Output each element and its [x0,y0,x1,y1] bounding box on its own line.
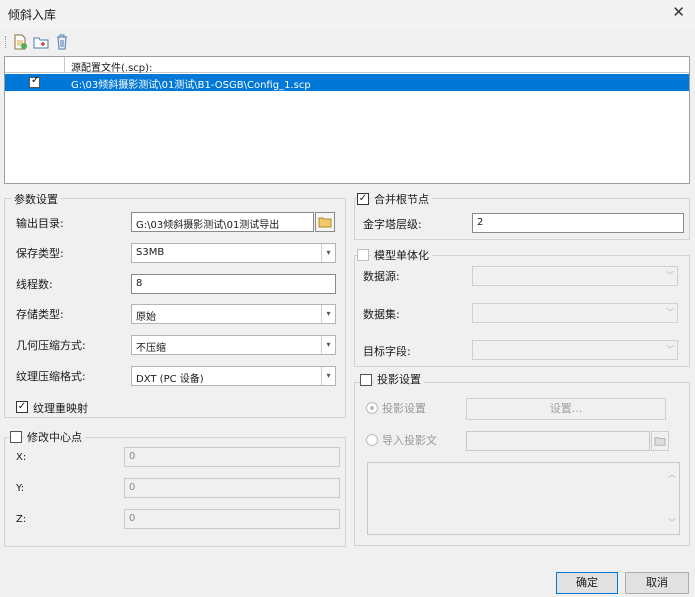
dataset-select[interactable]: ﹀ [472,303,678,323]
browse-projection-button[interactable] [651,431,669,451]
table-header-check-column [5,57,65,73]
params-legend: 参数设置 [11,191,61,207]
datasource-label: 数据源: [363,270,400,283]
z-input[interactable]: 0 [124,509,340,529]
x-label: X: [16,452,27,463]
output-dir-label: 输出目录: [16,217,64,230]
ok-button[interactable]: 确定 [556,572,618,594]
projection-settings-radio[interactable] [366,402,378,414]
target-field-label: 目标字段: [363,345,411,358]
output-dir-input[interactable]: G:\03倾斜摄影测试\01测试导出 [131,212,314,232]
import-projection-label: 导入投影文 [382,434,437,447]
y-label: Y: [16,483,25,494]
chevron-down-icon: ▾ [321,305,335,323]
chevron-down-icon: ▾ [321,367,335,385]
geom-compress-select[interactable]: 不压缩 ▾ [131,335,336,355]
import-projection-input[interactable] [466,431,650,451]
tex-remap-checkbox[interactable]: ✓ [16,401,28,413]
projection-info-textarea[interactable]: ︿ ﹀ [367,462,680,535]
tex-remap-label: 纹理重映射 [33,402,88,415]
row-path: G:\03倾斜摄影测试\01测试\B1-OSGB\Config_1.scp [71,80,311,91]
cancel-button[interactable]: 取消 [625,572,689,594]
y-input[interactable]: 0 [124,478,340,498]
save-type-label: 保存类型: [16,247,64,260]
window-title: 倾斜入库 [8,8,57,22]
pyramid-label: 金字塔层级: [363,218,422,231]
folder-icon [318,217,332,228]
mono-legend: 模型单体化 [371,247,432,263]
scroll-down-icon[interactable]: ﹀ [668,517,676,528]
projection-checkbox[interactable] [360,374,372,386]
table-header: 源配置文件(.scp): [5,57,689,74]
merge-checkbox[interactable]: ✓ [357,193,369,205]
dataset-label: 数据集: [363,308,400,321]
scroll-up-icon[interactable]: ︿ [668,469,676,480]
storage-type-label: 存储类型: [16,308,64,321]
x-input[interactable]: 0 [124,447,340,467]
chevron-down-icon: ﹀ [666,308,674,317]
close-icon[interactable]: ✕ [672,3,685,21]
merge-legend: 合并根节点 [371,191,432,207]
target-field-select[interactable]: ﹀ [472,340,678,360]
storage-type-select[interactable]: 原始 ▾ [131,304,336,324]
projection-settings-label: 投影设置 [382,402,426,415]
threads-label: 线程数: [16,278,53,291]
mono-checkbox[interactable] [357,249,369,261]
chevron-down-icon: ﹀ [666,271,674,280]
add-file-icon[interactable] [12,34,28,50]
z-label: Z: [16,514,27,525]
delete-icon[interactable] [54,34,70,50]
center-legend: 修改中心点 [24,429,85,445]
datasource-select[interactable]: ﹀ [472,266,678,286]
title-bar [0,0,695,28]
import-projection-radio[interactable] [366,434,378,446]
browse-folder-button[interactable] [315,212,335,232]
chevron-down-icon: ▾ [321,336,335,354]
chevron-down-icon: ▾ [321,244,335,262]
storage-type-value: 原始 [136,312,156,323]
projection-settings-button[interactable]: 设置... [466,398,666,420]
geom-compress-label: 几何压缩方式: [16,339,86,352]
table-header-path: 源配置文件(.scp): [71,63,153,74]
tex-compress-value: DXT (PC 设备) [136,374,204,385]
tex-compress-select[interactable]: DXT (PC 设备) ▾ [131,366,336,386]
threads-input[interactable]: 8 [131,274,336,294]
folder-icon [654,437,666,446]
source-config-table[interactable]: 源配置文件(.scp): ✓ G:\03倾斜摄影测试\01测试\B1-OSGB\… [4,56,690,184]
save-type-value: S3MB [136,247,165,258]
toolbar-grip [5,36,6,48]
row-checkbox[interactable]: ✓ [29,75,40,88]
pyramid-input[interactable]: 2 [472,213,684,233]
chevron-down-icon: ﹀ [666,345,674,354]
save-type-select[interactable]: S3MB ▾ [131,243,336,263]
table-row[interactable]: ✓ G:\03倾斜摄影测试\01测试\B1-OSGB\Config_1.scp [5,74,689,91]
add-folder-icon[interactable] [33,34,49,50]
geom-compress-value: 不压缩 [136,343,166,354]
tex-compress-label: 纹理压缩格式: [16,370,86,383]
projection-legend: 投影设置 [374,371,424,387]
center-checkbox[interactable] [10,431,22,443]
